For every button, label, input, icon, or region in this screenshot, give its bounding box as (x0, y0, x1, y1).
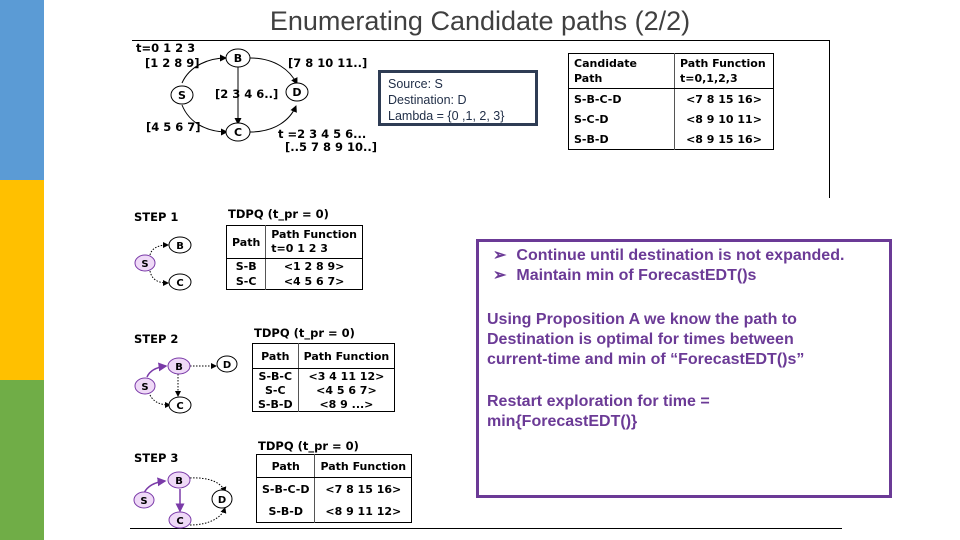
bullet-item: ➢ Continue until destination is not expan… (493, 247, 845, 264)
source-label: Source: S (388, 77, 443, 91)
step-1-tdpq-table: Path Path Function t=0 1 2 3 S-B <1 2 8 9> … (226, 225, 363, 290)
edge-label-c-d: [..5 7 8 9 10..] (285, 140, 378, 154)
table-row: S-B-D <8 9 15 16> (568, 129, 774, 150)
sidebar-fade (44, 0, 52, 540)
step-2-diagram: B S C D (134, 355, 238, 414)
step-2-label: STEP 2 (134, 332, 179, 346)
table-row: S-B-C <3 4 11 12> (252, 368, 395, 383)
step-3-diagram: B S C D (133, 471, 233, 529)
column-header-candidate-path: Candidate Path (568, 53, 675, 89)
edge-label-c-d-time: t =2 3 4 5 6... (278, 127, 367, 141)
svg-text:B: B (176, 241, 184, 252)
svg-text:D: D (223, 360, 231, 371)
slide-title: Enumerating Candidate paths (2/2) (269, 6, 691, 36)
node-s: S (133, 491, 155, 509)
svg-text:S: S (140, 496, 147, 507)
sidebar-accent-yellow (0, 180, 44, 380)
arrow-bullet-icon: ➢ (493, 247, 507, 264)
step-1-label: STEP 1 (134, 210, 179, 224)
node-s: S (134, 254, 156, 272)
right-divider (829, 40, 830, 198)
step-3-tdpq-table: Path Path Function S-B-C-D <7 8 15 16> S-B… (256, 454, 413, 523)
restart-paragraph: Restart exploration for time = min{Forec… (487, 393, 710, 430)
edge-label-b-c: [2 3 4 6..] (215, 87, 279, 101)
table-row: S-C <4 5 6 7> (226, 274, 363, 290)
svg-text:B: B (175, 362, 183, 373)
node-b: B (225, 48, 251, 68)
svg-text:S: S (141, 382, 148, 393)
table-row: S-B-C-D <7 8 15 16> (568, 88, 774, 109)
node-c: C (225, 122, 251, 142)
svg-text:D: D (292, 86, 301, 99)
node-s: S (170, 85, 194, 105)
node-d: D (211, 489, 233, 509)
node-c: C (168, 396, 192, 414)
table-row: S-B-D <8 9 11 12> (256, 500, 412, 523)
step-1-diagram: B S C (134, 236, 192, 291)
step-3-tdpq-title: TDPQ (t_pr = 0) (258, 439, 359, 453)
node-d: D (285, 82, 309, 102)
table-row: S-B <1 2 8 9> (226, 258, 363, 274)
node-b: B (167, 357, 191, 375)
node-d: D (216, 355, 238, 373)
svg-text:D: D (218, 495, 226, 506)
bullet-item: ➢ Maintain min of ForecastEDT()s (493, 267, 757, 284)
lambda-label: Lambda = {0 ,1, 2, 3} (388, 109, 505, 123)
edge-label-s-c: [4 5 6 7] (146, 120, 201, 134)
step-1-tdpq-title: TDPQ (t_pr = 0) (228, 207, 329, 221)
edge-label-b-d: [7 8 10 11..] (288, 56, 368, 70)
table-header-row: Candidate Path Path Function t=0,1,2,3 (568, 53, 774, 89)
table-row: S-B-D <8 9 ...> (252, 397, 395, 412)
svg-text:C: C (234, 126, 242, 139)
node-b: B (168, 236, 192, 254)
edge-label-s-b: [1 2 8 9] (145, 56, 200, 70)
step-3-label: STEP 3 (134, 451, 179, 465)
svg-text:B: B (175, 476, 183, 487)
svg-text:B: B (234, 52, 242, 65)
svg-text:C: C (176, 278, 183, 289)
table-row: S-C <4 5 6 7> (252, 383, 395, 397)
step-2-tdpq-table: Path Path Function S-B-C <3 4 11 12> S-C <4… (252, 343, 396, 412)
destination-label: Destination: D (388, 93, 467, 107)
step-2-tdpq-title: TDPQ (t_pr = 0) (254, 326, 355, 340)
sidebar-accent-green (0, 380, 44, 540)
svg-text:C: C (176, 516, 183, 527)
time-label: t=0 1 2 3 (136, 41, 196, 55)
node-c: C (168, 273, 192, 291)
table-row: S-C-D <8 9 10 11> (568, 109, 774, 129)
notes-box: ➢ Continue until destination is not expan… (476, 239, 892, 498)
column-header-path-function: Path Function t=0,1,2,3 (674, 53, 774, 89)
svg-text:C: C (176, 401, 183, 412)
svg-text:S: S (141, 259, 148, 270)
svg-text:S: S (178, 89, 186, 102)
node-s: S (134, 377, 156, 395)
arrow-bullet-icon: ➢ (493, 267, 507, 284)
candidate-path-table: Candidate Path Path Function t=0,1,2,3 S-B… (568, 53, 774, 150)
node-b: B (167, 471, 191, 489)
proposition-paragraph: Using Proposition A we know the path to … (487, 311, 805, 368)
node-c: C (168, 511, 192, 529)
table-row: S-B-C-D <7 8 15 16> (256, 477, 412, 500)
source-destination-box: Source: S Destination: D Lambda = {0 ,1,… (378, 70, 538, 126)
